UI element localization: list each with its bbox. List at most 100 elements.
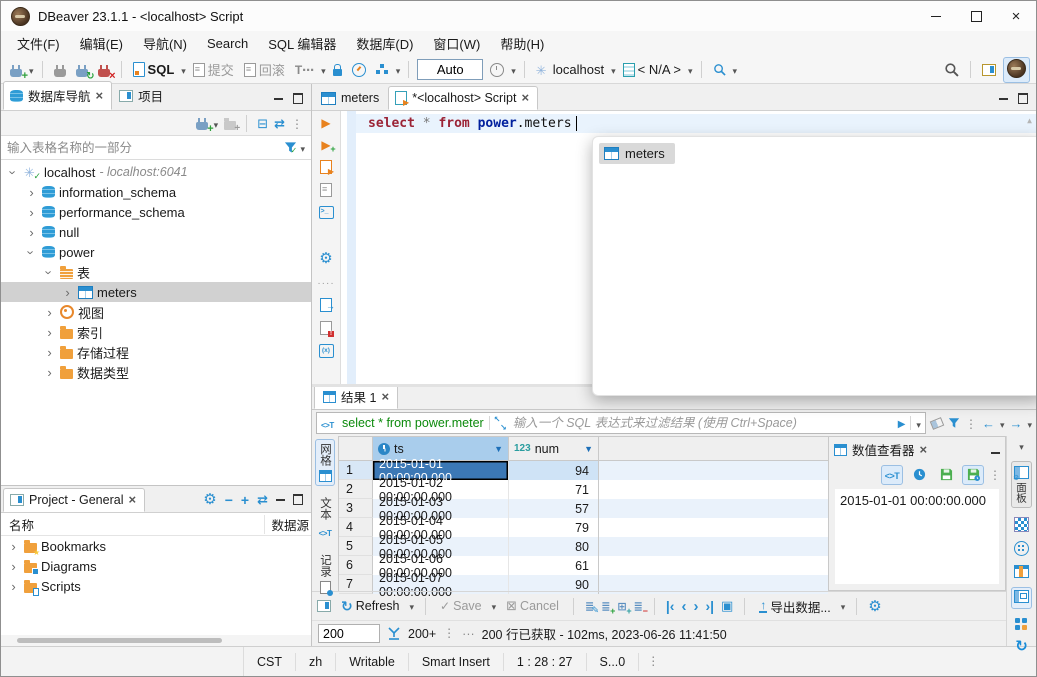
bind-parameters-icon[interactable] [319,344,334,358]
link-with-editor-icon[interactable] [257,493,268,506]
expander-icon[interactable] [25,205,38,220]
expander-icon[interactable] [25,245,38,260]
maximize-button[interactable] [956,1,996,31]
last-row-icon[interactable] [705,599,714,614]
apply-filter-icon[interactable] [898,416,906,430]
value-viewer-tab-label[interactable]: 数值查看器 [852,440,915,459]
transaction-dropdown[interactable] [321,63,326,76]
project-item[interactable]: Scripts [1,576,311,596]
new-connection-dropdown[interactable] [29,63,34,76]
sql-console-icon[interactable] [319,206,334,219]
add-row-icon[interactable]: ≣+ [601,600,610,613]
num-cell[interactable]: 61 [509,556,599,575]
project-item[interactable]: Diagrams [1,556,311,576]
history-button[interactable] [487,61,507,79]
metadata-panel-icon[interactable] [1014,517,1029,532]
minimize-panel-icon[interactable] [274,98,283,100]
value-viewer-menu-dots[interactable] [989,468,1001,481]
scroll-up-arrow[interactable] [1027,113,1032,126]
tab-close-icon[interactable] [521,91,529,105]
open-perspective-button[interactable] [979,62,999,78]
tree-item[interactable]: localhost - localhost:6041 [1,162,311,182]
delete-row-icon[interactable]: ≣− [634,600,643,613]
minimize-panel-icon[interactable] [999,98,1008,100]
tree-item[interactable]: power [1,242,311,262]
expander-icon[interactable] [25,225,38,240]
references-panel-button[interactable] [1011,587,1032,609]
new-connection-button[interactable] [7,61,25,79]
rollback-button[interactable]: 回滚 [241,58,288,81]
results-settings-icon[interactable] [868,599,881,614]
tree-item[interactable]: information_schema [1,182,311,202]
database-dropdown[interactable] [688,63,693,76]
save-button[interactable]: Save [437,597,485,615]
status-item[interactable]: 1 : 28 : 27 [504,653,587,671]
table-filter-input[interactable] [1,139,284,157]
tree-item[interactable]: 视图 [1,302,311,322]
horizontal-scrollbar[interactable] [1,635,311,646]
save-value-as-button[interactable] [962,465,984,485]
expand-filter-icon[interactable] [495,418,506,429]
history-dropdown[interactable] [511,63,516,76]
tree-item[interactable]: 表 [1,262,311,282]
go-to-row-icon[interactable] [721,599,733,613]
tree-item[interactable]: 数据类型 [1,362,311,382]
scrollbar-thumb[interactable] [17,638,222,643]
reconnect-button[interactable] [73,61,91,79]
tab-close-icon[interactable] [96,89,104,103]
tab-results-1[interactable]: 结果 1 [314,384,398,409]
expand-icon[interactable] [241,493,249,507]
collapse-icon[interactable] [225,493,233,507]
row-number-cell[interactable]: 5 [339,537,373,556]
tab-projects[interactable]: 项目 [112,81,172,110]
expander-icon[interactable] [43,305,56,320]
connect-button[interactable] [51,61,69,79]
status-item[interactable]: zh [296,653,336,671]
execute-script-icon[interactable] [320,160,332,174]
menu-item[interactable]: SQL 编辑器 [258,31,346,56]
status-item[interactable]: CST [244,653,296,671]
expander-icon[interactable] [7,539,20,554]
nav-back-icon[interactable] [982,417,995,430]
funnel-icon[interactable] [948,417,960,429]
panel-tab-panels[interactable]: 面板 [1011,461,1032,508]
search-dropdown[interactable] [733,63,738,76]
num-cell[interactable]: 57 [509,499,599,518]
edit-cell-icon[interactable]: ≣✎ [585,600,594,613]
tab-close-icon[interactable] [920,443,928,457]
menu-item[interactable]: Search [197,33,258,54]
lock-button[interactable] [330,61,345,78]
tab-database-navigator[interactable]: 数据库导航 [3,81,112,110]
status-item[interactable]: Smart Insert [409,653,504,671]
fetch-size-input[interactable] [318,624,380,643]
toggle-panels-icon[interactable] [317,600,331,612]
tree-item[interactable]: null [1,222,311,242]
cancel-button[interactable]: Cancel [503,597,562,615]
minimize-button[interactable] [916,1,956,31]
first-row-icon[interactable] [666,599,675,614]
expander-icon[interactable] [7,165,20,180]
save-dropdown[interactable] [492,600,497,613]
view-menu-icon[interactable] [291,117,303,130]
nav-forward-dropdown[interactable] [1027,417,1032,430]
expander-icon[interactable] [43,365,56,380]
link-with-editor-icon[interactable] [274,117,285,130]
status-item[interactable]: Writable [336,653,409,671]
num-cell[interactable]: 71 [509,480,599,499]
nav-forward-icon[interactable] [1009,417,1022,430]
datetime-view-button[interactable] [908,465,930,485]
menu-item[interactable]: 导航(N) [133,31,197,56]
calc-panel-icon[interactable] [1015,618,1028,630]
column-name-header[interactable]: 名称 [1,515,34,534]
duplicate-row-icon[interactable]: ⊞+ [617,600,626,613]
navigator-new-connection-icon[interactable] [196,122,208,130]
tab-meters[interactable]: meters [314,86,388,110]
row-number-cell[interactable]: 1 [339,461,373,480]
switch-presentation-icon[interactable] [1015,639,1028,654]
value-viewer-content[interactable]: 2015-01-01 00:00:00.000 [835,489,999,584]
maximize-panel-icon[interactable] [1018,93,1028,104]
filter-history-dropdown[interactable] [916,417,921,430]
expander-icon[interactable] [43,345,56,360]
active-connection-button[interactable]: localhost [533,60,607,79]
filter-dropdown[interactable] [300,141,305,154]
